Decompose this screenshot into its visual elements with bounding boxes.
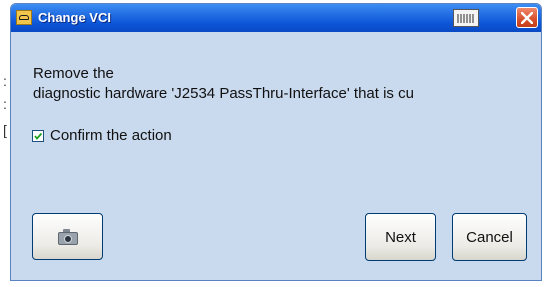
background-fragment: :: [3, 96, 7, 112]
message-line-1: Remove the: [33, 65, 114, 82]
close-button[interactable]: [516, 7, 538, 28]
message-line-2: diagnostic hardware 'J2534 PassThru-Inte…: [33, 85, 414, 102]
background-fragment: :: [3, 73, 7, 89]
camera-icon: [57, 228, 78, 245]
close-icon: [521, 12, 533, 24]
title-bar[interactable]: Change VCI: [11, 4, 541, 32]
dialog-title: Change VCI: [38, 10, 111, 25]
car-warning-icon: [16, 10, 32, 25]
confirm-checkbox[interactable]: [32, 130, 44, 142]
camera-button[interactable]: [32, 213, 103, 260]
change-vci-dialog: Change VCI Remove the diagnostic hardwar…: [10, 3, 542, 281]
cancel-button[interactable]: Cancel: [452, 213, 527, 261]
background-fragment: [: [3, 122, 7, 138]
keyboard-icon[interactable]: [453, 9, 479, 27]
dialog-message: Remove the diagnostic hardware 'J2534 Pa…: [33, 64, 541, 104]
next-button[interactable]: Next: [365, 213, 436, 261]
checkmark-icon: [34, 132, 43, 140]
confirm-label[interactable]: Confirm the action: [50, 127, 172, 144]
